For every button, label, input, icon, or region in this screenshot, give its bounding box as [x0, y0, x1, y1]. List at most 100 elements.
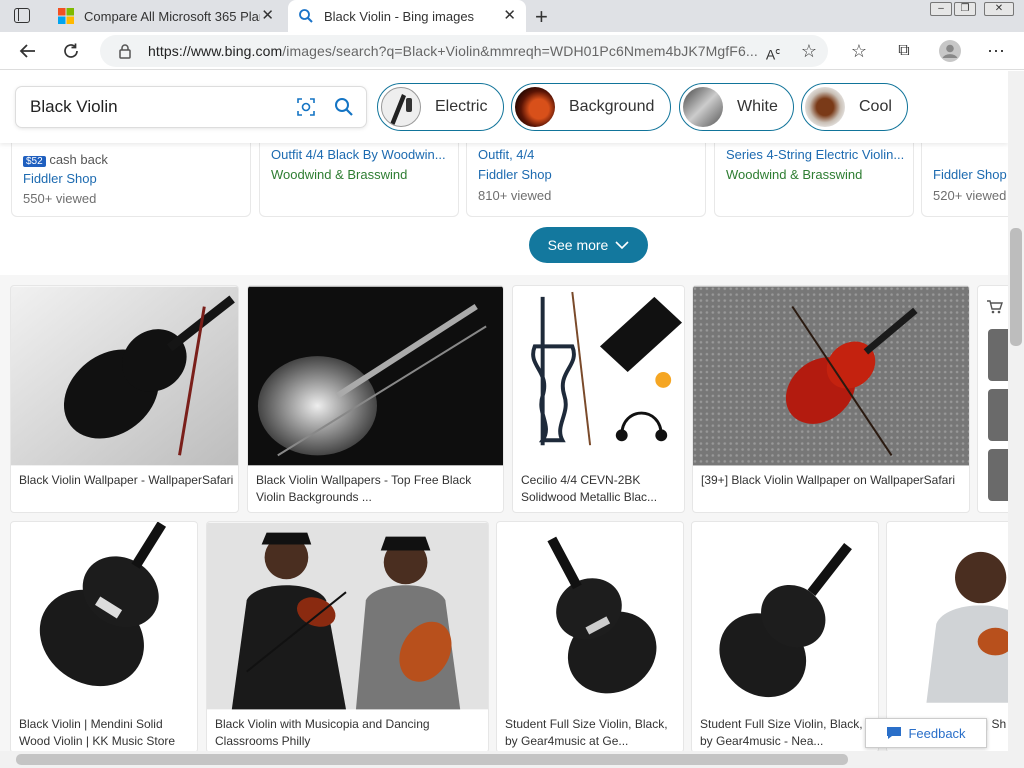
chevron-down-icon [615, 241, 629, 250]
minimize-icon[interactable]: – [930, 2, 952, 16]
tab-strip: Compare All Microsoft 365 Plans ✕ Black … [0, 0, 1024, 32]
product-card[interactable]: Fiddler Shop 520+ viewed [921, 131, 1008, 217]
new-tab-icon[interactable]: + [535, 4, 548, 30]
result-image [11, 522, 197, 704]
chip-label: Electric [435, 98, 488, 115]
cashback-badge: $52 [23, 156, 46, 167]
tab-title: Compare All Microsoft 365 Plans [84, 8, 260, 24]
back-icon[interactable] [15, 38, 41, 64]
close-tab-icon[interactable]: ✕ [503, 8, 516, 24]
horizontal-scrollbar-thumb[interactable] [16, 754, 848, 765]
chip-thumbnail [683, 87, 723, 127]
refresh-icon[interactable] [58, 38, 84, 64]
result-image [207, 522, 488, 710]
tab-actions-icon[interactable] [14, 8, 30, 23]
image-result[interactable]: Black Violin with Musicopia and Dancing … [206, 521, 489, 751]
view-count: 550+ viewed [23, 191, 97, 206]
result-image [11, 286, 238, 466]
vertical-scrollbar-thumb[interactable] [1010, 228, 1022, 346]
result-image [248, 286, 503, 466]
image-caption: Student Full Size Violin, Black, by Gear… [505, 717, 668, 748]
chip-thumbnail [381, 87, 421, 127]
search-box[interactable]: Black Violin [16, 87, 366, 127]
cashback-line: $52 cash back [23, 152, 108, 167]
close-window-icon[interactable]: ✕ [984, 2, 1014, 16]
image-result[interactable]: | Sh [886, 521, 1008, 751]
image-caption: | Sh [985, 717, 1007, 731]
view-count: 520+ viewed [933, 188, 1007, 203]
product-title: Outfit, 4/4 [478, 147, 535, 162]
image-result[interactable]: [39+] Black Violin Wallpaper on Wallpape… [692, 285, 970, 513]
result-image [692, 522, 878, 704]
image-result[interactable]: Cecilio 4/4 CEVN-2BK Solidwood Metallic … [512, 285, 685, 513]
chip-cool[interactable]: Cool [801, 83, 908, 131]
chip-label: Cool [859, 98, 892, 115]
search-input[interactable]: Black Violin [30, 97, 118, 117]
image-caption: Cecilio 4/4 CEVN-2BK Solidwood Metallic … [521, 473, 658, 504]
image-caption: Black Violin Wallpapers - Top Free Black… [256, 473, 472, 504]
url-path: /images/search?q=Black+Violin&mmreqh=WDH… [282, 43, 758, 59]
image-result[interactable]: Black Violin Wallpaper - WallpaperSafari [10, 285, 239, 513]
read-aloud-icon[interactable]: Aⅽ [760, 38, 786, 64]
tab-bing-images[interactable]: Black Violin - Bing images ✕ [288, 0, 526, 32]
seller-name: Fiddler Shop [478, 167, 552, 182]
product-title: Series 4-String Electric Violin... [726, 147, 905, 162]
image-caption: [39+] Black Violin Wallpaper on Wallpape… [701, 473, 956, 487]
result-image [887, 523, 1008, 703]
see-more-button[interactable]: See more [529, 227, 648, 263]
visual-search-icon[interactable] [296, 97, 316, 117]
restore-icon[interactable]: ❐ [954, 2, 976, 16]
image-result[interactable]: Black Violin | Mendini Solid Wood Violin… [10, 521, 198, 751]
feedback-button[interactable]: Feedback [865, 718, 987, 748]
result-image [497, 522, 683, 704]
chip-thumbnail [515, 87, 555, 127]
side-thumbnail[interactable] [988, 449, 1008, 501]
product-card[interactable]: Outfit, 4/4 Fiddler Shop 810+ viewed [466, 131, 706, 217]
microsoft-logo-icon [58, 8, 74, 24]
image-result[interactable]: Black Violin Wallpapers - Top Free Black… [247, 285, 504, 513]
search-icon [299, 9, 313, 23]
image-result[interactable]: Student Full Size Violin, Black, by Gear… [496, 521, 684, 751]
chip-thumbnail [805, 87, 845, 127]
url-host: https://www.bing.com [148, 43, 283, 59]
result-image [513, 287, 684, 465]
view-count: 810+ viewed [478, 188, 552, 203]
close-tab-icon[interactable]: ✕ [261, 8, 274, 24]
favorites-icon[interactable]: ☆ [846, 38, 872, 64]
vertical-scrollbar[interactable] [1008, 71, 1024, 751]
product-card[interactable]: $52 cash back Fiddler Shop 550+ viewed [11, 131, 251, 217]
shopping-carousel: $52 cash back Fiddler Shop 550+ viewed O… [0, 131, 1008, 217]
chip-white[interactable]: White [679, 83, 794, 131]
chip-background[interactable]: Background [511, 83, 671, 131]
feedback-label: Feedback [908, 725, 966, 741]
chip-electric[interactable]: Electric [377, 83, 504, 131]
image-caption: Black Violin with Musicopia and Dancing … [215, 717, 430, 748]
search-icon[interactable] [334, 97, 354, 117]
url-text[interactable]: https://www.bing.com/images/search?q=Bla… [148, 43, 758, 59]
image-caption: Black Violin | Mendini Solid Wood Violin… [19, 717, 176, 748]
chip-label: Background [569, 98, 655, 115]
feedback-icon [887, 727, 902, 739]
more-icon[interactable]: ⋯ [983, 38, 1009, 64]
seller-name: Woodwind & Brasswind [726, 167, 863, 182]
product-title: Outfit 4/4 Black By Woodwin... [271, 147, 446, 162]
lock-icon[interactable] [112, 38, 138, 64]
profile-icon[interactable] [937, 38, 963, 64]
cashback-text: cash back [49, 152, 108, 167]
image-result[interactable]: Student Full Size Violin, Black, by Gear… [691, 521, 879, 751]
add-favorite-icon[interactable]: ☆ [796, 38, 822, 64]
product-card[interactable]: Series 4-String Electric Violin... Woodw… [714, 131, 914, 217]
side-thumbnail[interactable] [988, 329, 1008, 381]
bing-images-page: Black Violin Electric Background White C… [0, 71, 1008, 751]
tab-title: Black Violin - Bing images [324, 8, 475, 24]
collections-icon[interactable]: ⧉ [891, 38, 917, 64]
product-card[interactable]: Outfit 4/4 Black By Woodwin... Woodwind … [259, 131, 459, 217]
result-image [693, 286, 969, 466]
image-caption: Black Violin Wallpaper - WallpaperSafari [19, 473, 234, 487]
seller-name: Fiddler Shop [23, 171, 97, 186]
chip-label: White [737, 98, 778, 115]
side-thumbnail[interactable] [988, 389, 1008, 441]
shopping-cart-icon[interactable] [987, 300, 1003, 314]
see-more-label: See more [547, 237, 609, 253]
tab-microsoft-365[interactable]: Compare All Microsoft 365 Plans ✕ [48, 0, 284, 32]
